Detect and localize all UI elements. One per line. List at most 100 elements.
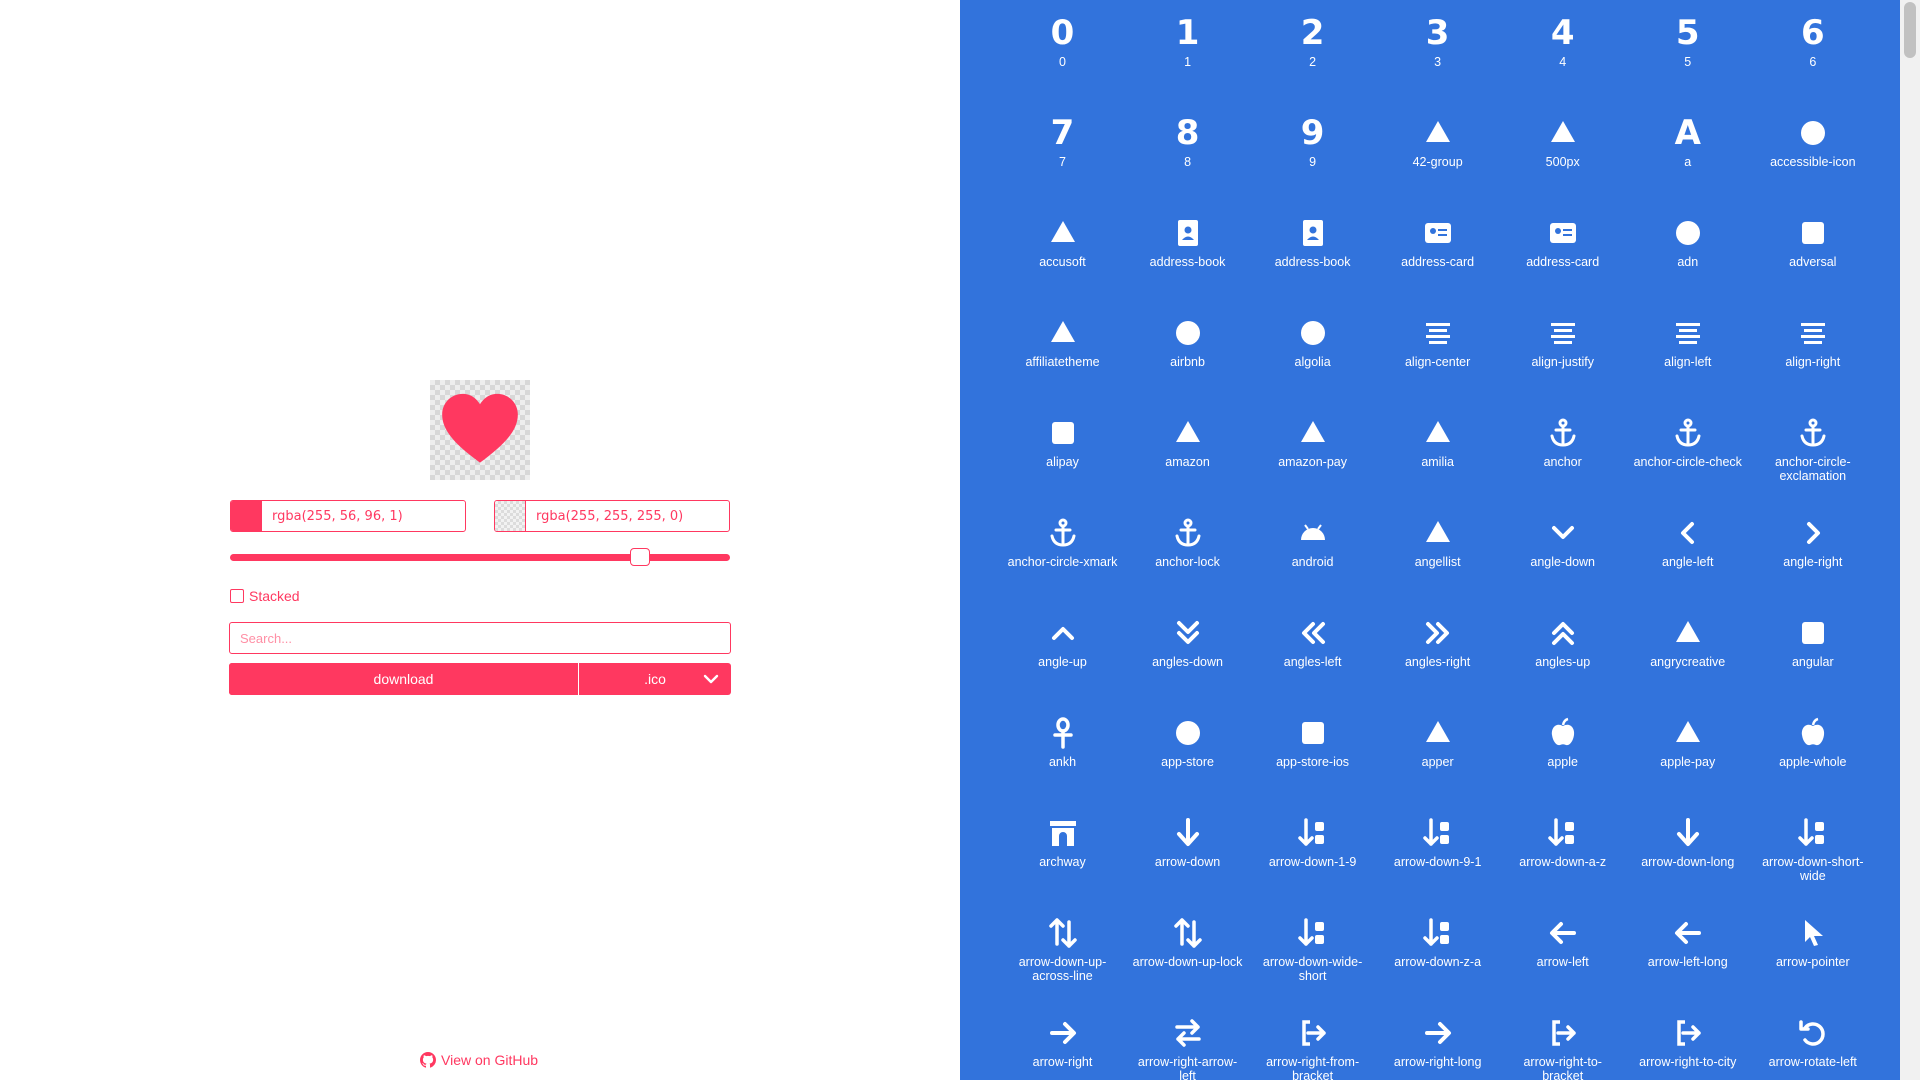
icon-tile-arrow-left[interactable]: arrow-left [1500, 890, 1625, 990]
foreground-color-field[interactable]: rgba(255, 56, 96, 1) [230, 500, 466, 532]
icon-tile-align-left[interactable]: align-left [1625, 290, 1750, 390]
icon-tile-42-group[interactable]: 42-group [1375, 90, 1500, 190]
icon-tile-arrow-down-up-lock[interactable]: arrow-down-up-lock [1125, 890, 1250, 990]
icon-tile-angles-right[interactable]: angles-right [1375, 590, 1500, 690]
icon-tile-angles-left[interactable]: angles-left [1250, 590, 1375, 690]
6-icon: 6 [1801, 6, 1825, 50]
icon-tile-angellist[interactable]: angellist [1375, 490, 1500, 590]
icon-tile-affiliatetheme[interactable]: affiliatetheme [1000, 290, 1125, 390]
icon-tile-arrow-down-wide-short[interactable]: arrow-down-wide-short [1250, 890, 1375, 990]
scrollbar-thumb[interactable] [1904, 2, 1916, 58]
icon-tile-2[interactable]: 22 [1250, 0, 1375, 90]
icon-tile-airbnb[interactable]: airbnb [1125, 290, 1250, 390]
icon-tile-archway[interactable]: archway [1000, 790, 1125, 890]
icon-tile-address-book[interactable]: address-book [1125, 190, 1250, 290]
icon-tile-address-card[interactable]: address-card [1375, 190, 1500, 290]
icon-tile-ankh[interactable]: ankh [1000, 690, 1125, 790]
scrollbar[interactable] [1900, 0, 1920, 1080]
background-color-field[interactable]: rgba(255, 255, 255, 0) [494, 500, 730, 532]
icon-tile-angle-left[interactable]: angle-left [1625, 490, 1750, 590]
icon-tile-android[interactable]: android [1250, 490, 1375, 590]
icon-tile-3[interactable]: 33 [1375, 0, 1500, 90]
icon-tile-align-right[interactable]: align-right [1750, 290, 1875, 390]
icon-tile-angular[interactable]: angular [1750, 590, 1875, 690]
search-input[interactable] [229, 622, 731, 654]
angle-down-icon [1546, 506, 1580, 550]
icon-tile-apper[interactable]: apper [1375, 690, 1500, 790]
icon-tile-anchor-circle-exclamation[interactable]: anchor-circle-exclamation [1750, 390, 1875, 490]
icon-tile-arrow-down-up-across-line[interactable]: arrow-down-up-across-line [1000, 890, 1125, 990]
icon-tile-algolia[interactable]: algolia [1250, 290, 1375, 390]
icon-tile-angles-down[interactable]: angles-down [1125, 590, 1250, 690]
icon-tile-accessible-icon[interactable]: accessible-icon [1750, 90, 1875, 190]
icon-tile-4[interactable]: 44 [1500, 0, 1625, 90]
icon-tile-amazon-pay[interactable]: amazon-pay [1250, 390, 1375, 490]
icon-tile-9[interactable]: 99 [1250, 90, 1375, 190]
icon-tile-arrow-left-long[interactable]: arrow-left-long [1625, 890, 1750, 990]
icon-tile-arrow-pointer[interactable]: arrow-pointer [1750, 890, 1875, 990]
icon-tile-address-book[interactable]: address-book [1250, 190, 1375, 290]
icon-tile-alipay[interactable]: alipay [1000, 390, 1125, 490]
arrow-right-from-bracket-icon [1296, 1006, 1330, 1050]
icon-tile-arrow-right[interactable]: arrow-right [1000, 990, 1125, 1080]
icon-tile-anchor[interactable]: anchor [1500, 390, 1625, 490]
download-button[interactable]: download [229, 663, 578, 695]
icon-tile-amilia[interactable]: amilia [1375, 390, 1500, 490]
size-slider-thumb[interactable] [630, 548, 650, 566]
icon-tile-accusoft[interactable]: accusoft [1000, 190, 1125, 290]
icon-tile-align-justify[interactable]: align-justify [1500, 290, 1625, 390]
background-color-swatch[interactable] [495, 501, 526, 531]
icon-tile-arrow-down-z-a[interactable]: arrow-down-z-a [1375, 890, 1500, 990]
icon-tile-arrow-right-long[interactable]: arrow-right-long [1375, 990, 1500, 1080]
icon-tile-1[interactable]: 11 [1125, 0, 1250, 90]
icon-tile-app-store-ios[interactable]: app-store-ios [1250, 690, 1375, 790]
icon-tile-8[interactable]: 88 [1125, 90, 1250, 190]
format-select[interactable]: .ico [578, 663, 731, 695]
icon-tile-arrow-down-9-1[interactable]: arrow-down-9-1 [1375, 790, 1500, 890]
icon-tile-apple[interactable]: apple [1500, 690, 1625, 790]
github-link[interactable]: View on GitHub [420, 1052, 538, 1068]
icon-tile-angrycreative[interactable]: angrycreative [1625, 590, 1750, 690]
icon-tile-arrow-right-to-city[interactable]: arrow-right-to-city [1625, 990, 1750, 1080]
icon-tile-arrow-right-arrow-left[interactable]: arrow-right-arrow-left [1125, 990, 1250, 1080]
icon-tile-arrow-down-short-wide[interactable]: arrow-down-short-wide [1750, 790, 1875, 890]
icon-tile-adn[interactable]: adn [1625, 190, 1750, 290]
icon-tile-arrow-down-long[interactable]: arrow-down-long [1625, 790, 1750, 890]
icon-tile-a[interactable]: Aa [1625, 90, 1750, 190]
icon-tile-address-card[interactable]: address-card [1500, 190, 1625, 290]
icon-tile-5[interactable]: 55 [1625, 0, 1750, 90]
background-color-value[interactable]: rgba(255, 255, 255, 0) [526, 509, 683, 524]
stacked-checkbox-box[interactable] [230, 589, 244, 603]
icon-tile-arrow-down[interactable]: arrow-down [1125, 790, 1250, 890]
icon-tile-anchor-circle-check[interactable]: anchor-circle-check [1625, 390, 1750, 490]
icon-tile-arrow-rotate-left[interactable]: arrow-rotate-left [1750, 990, 1875, 1080]
icon-tile-0[interactable]: 00 [1000, 0, 1125, 90]
icon-tile-adversal[interactable]: adversal [1750, 190, 1875, 290]
icon-tile-arrow-down-a-z[interactable]: arrow-down-a-z [1500, 790, 1625, 890]
foreground-color-value[interactable]: rgba(255, 56, 96, 1) [262, 509, 403, 524]
icon-tile-angles-up[interactable]: angles-up [1500, 590, 1625, 690]
icon-tile-angle-up[interactable]: angle-up [1000, 590, 1125, 690]
icon-tile-6[interactable]: 66 [1750, 0, 1875, 90]
size-slider-track[interactable] [230, 554, 730, 561]
icon-tile-app-store[interactable]: app-store [1125, 690, 1250, 790]
icon-tile-align-center[interactable]: align-center [1375, 290, 1500, 390]
size-slider[interactable] [230, 548, 730, 566]
icon-tile-7[interactable]: 77 [1000, 90, 1125, 190]
icon-tile-apple-whole[interactable]: apple-whole [1750, 690, 1875, 790]
icon-tile-arrow-down-1-9[interactable]: arrow-down-1-9 [1250, 790, 1375, 890]
icon-tile-500px[interactable]: 500px [1500, 90, 1625, 190]
icon-tile-anchor-lock[interactable]: anchor-lock [1125, 490, 1250, 590]
stacked-checkbox[interactable]: Stacked [230, 588, 300, 604]
stacked-label[interactable]: Stacked [249, 588, 300, 604]
icon-tile-apple-pay[interactable]: apple-pay [1625, 690, 1750, 790]
icon-tile-angle-right[interactable]: angle-right [1750, 490, 1875, 590]
icon-tile-amazon[interactable]: amazon [1125, 390, 1250, 490]
icon-tile-arrow-right-to-bracket[interactable]: arrow-right-to-bracket [1500, 990, 1625, 1080]
icon-tile-anchor-circle-xmark[interactable]: anchor-circle-xmark [1000, 490, 1125, 590]
icon-name: android [1291, 555, 1334, 570]
icon-tile-angle-down[interactable]: angle-down [1500, 490, 1625, 590]
icon-tile-arrow-right-from-bracket[interactable]: arrow-right-from-bracket [1250, 990, 1375, 1080]
foreground-color-swatch[interactable] [231, 501, 262, 531]
github-link-label[interactable]: View on GitHub [441, 1052, 538, 1068]
